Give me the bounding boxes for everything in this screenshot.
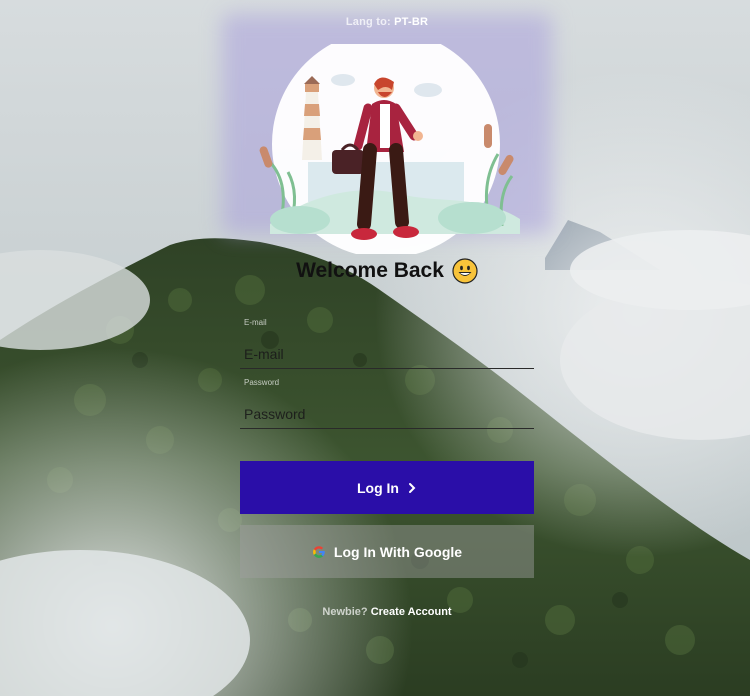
create-account-link[interactable]: Create Account — [371, 606, 452, 618]
login-button-label: Log In — [357, 479, 399, 496]
signup-prompt: Newbie? Create Account — [240, 606, 534, 618]
email-input[interactable] — [240, 340, 538, 368]
google-login-button[interactable]: Log In With Google — [240, 525, 534, 578]
language-label: Lang to: — [345, 16, 391, 28]
chevron-right-icon — [409, 482, 416, 493]
password-field[interactable]: Password — [240, 378, 538, 429]
email-field[interactable]: E-mail — [240, 318, 538, 369]
google-button-label: Log In With Google — [333, 543, 463, 560]
hero-illustration — [259, 44, 520, 254]
language-switcher[interactable]: Lang to: PT-BR — [0, 16, 750, 28]
page-title: Welcome Back — [296, 259, 444, 282]
google-icon — [312, 545, 325, 558]
language-value[interactable]: PT-BR — [394, 16, 428, 28]
login-button[interactable]: Log In — [240, 461, 534, 514]
password-input[interactable] — [240, 400, 538, 428]
signup-prompt-text: Newbie? — [322, 606, 368, 618]
password-label: Password — [244, 378, 280, 387]
grinning-face-icon — [452, 258, 478, 284]
email-label: E-mail — [244, 318, 267, 327]
welcome-heading: Welcome Back — [240, 258, 534, 284]
